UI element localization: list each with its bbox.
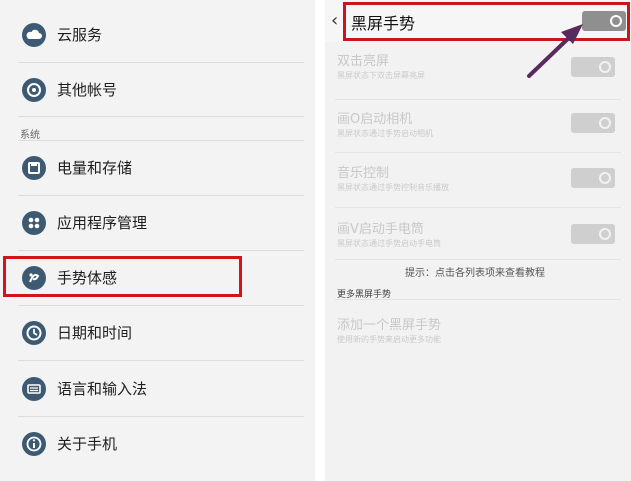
- gesture-toggle[interactable]: [571, 113, 615, 133]
- settings-item-other-accounts[interactable]: 其他帐号: [0, 63, 305, 117]
- settings-panel: 云服务 其他帐号 系统 电量和存储 应用程序管理 手势体感 日期和时间 语言和输…: [0, 0, 315, 481]
- divider: [335, 207, 621, 208]
- settings-item-language-input[interactable]: 语言和输入法: [0, 362, 305, 416]
- settings-item-label: 语言和输入法: [57, 380, 148, 398]
- settings-item-date-time[interactable]: 日期和时间: [0, 306, 305, 360]
- keyboard-icon: [22, 377, 46, 401]
- gesture-toggle[interactable]: [571, 224, 615, 244]
- settings-item-label: 电量和存储: [57, 159, 133, 177]
- gesture-title: 双击亮屏: [337, 54, 390, 69]
- divider: [335, 99, 621, 100]
- tip-text: 提示：点击各列表项来查看教程: [405, 268, 545, 279]
- sync-icon: [22, 78, 46, 102]
- gesture-toggle[interactable]: [571, 168, 615, 188]
- divider: [18, 116, 304, 117]
- settings-item-about-phone[interactable]: 关于手机: [0, 417, 305, 471]
- divider: [335, 152, 621, 153]
- add-gesture-title: 添加一个黑屏手势: [337, 318, 442, 333]
- divider: [335, 259, 621, 260]
- settings-item-cloud-service[interactable]: 云服务: [0, 8, 305, 62]
- divider: [18, 360, 304, 361]
- gesture-item-music-control[interactable]: 音乐控制 黑屏状态通过手势控制音乐播放: [325, 156, 631, 212]
- toggle-knob: [599, 172, 611, 184]
- settings-item-label: 日期和时间: [57, 324, 133, 342]
- divider: [335, 299, 621, 300]
- gesture-subtitle: 黑屏状态通过手势启动手电筒: [337, 239, 441, 248]
- gesture-title: 音乐控制: [337, 166, 390, 181]
- settings-item-battery-storage[interactable]: 电量和存储: [0, 141, 305, 195]
- gesture-title: 画V启动手电筒: [337, 222, 424, 237]
- settings-item-label: 云服务: [57, 26, 103, 44]
- clock-icon: [22, 321, 46, 345]
- cloud-icon: [22, 23, 46, 47]
- section-header-system: 系统: [20, 130, 40, 141]
- gesture-item-draw-o-camera[interactable]: 画O启动相机 黑屏状态通过手势启动相机: [325, 102, 631, 158]
- toggle-knob: [599, 61, 611, 73]
- toggle-knob: [599, 117, 611, 129]
- annotation-arrow: [527, 24, 583, 78]
- settings-item-label: 关于手机: [57, 435, 118, 453]
- highlight-box: [3, 256, 242, 297]
- gesture-subtitle: 黑屏状态通过手势启动相机: [337, 129, 433, 138]
- toggle-knob: [599, 228, 611, 240]
- add-gesture-subtitle: 使用新的手势来启动更多功能: [337, 335, 441, 344]
- settings-item-label: 应用程序管理: [57, 214, 148, 232]
- gesture-title: 画O启动相机: [337, 112, 413, 127]
- back-icon[interactable]: ‹: [331, 10, 338, 31]
- settings-item-app-management[interactable]: 应用程序管理: [0, 196, 305, 250]
- settings-item-label: 其他帐号: [57, 81, 118, 99]
- gesture-subtitle: 黑屏状态下双击屏幕亮屏: [337, 71, 425, 80]
- info-icon: [22, 432, 46, 456]
- gesture-subtitle: 黑屏状态通过手势控制音乐播放: [337, 183, 449, 192]
- save-icon: [22, 156, 46, 180]
- apps-icon: [22, 211, 46, 235]
